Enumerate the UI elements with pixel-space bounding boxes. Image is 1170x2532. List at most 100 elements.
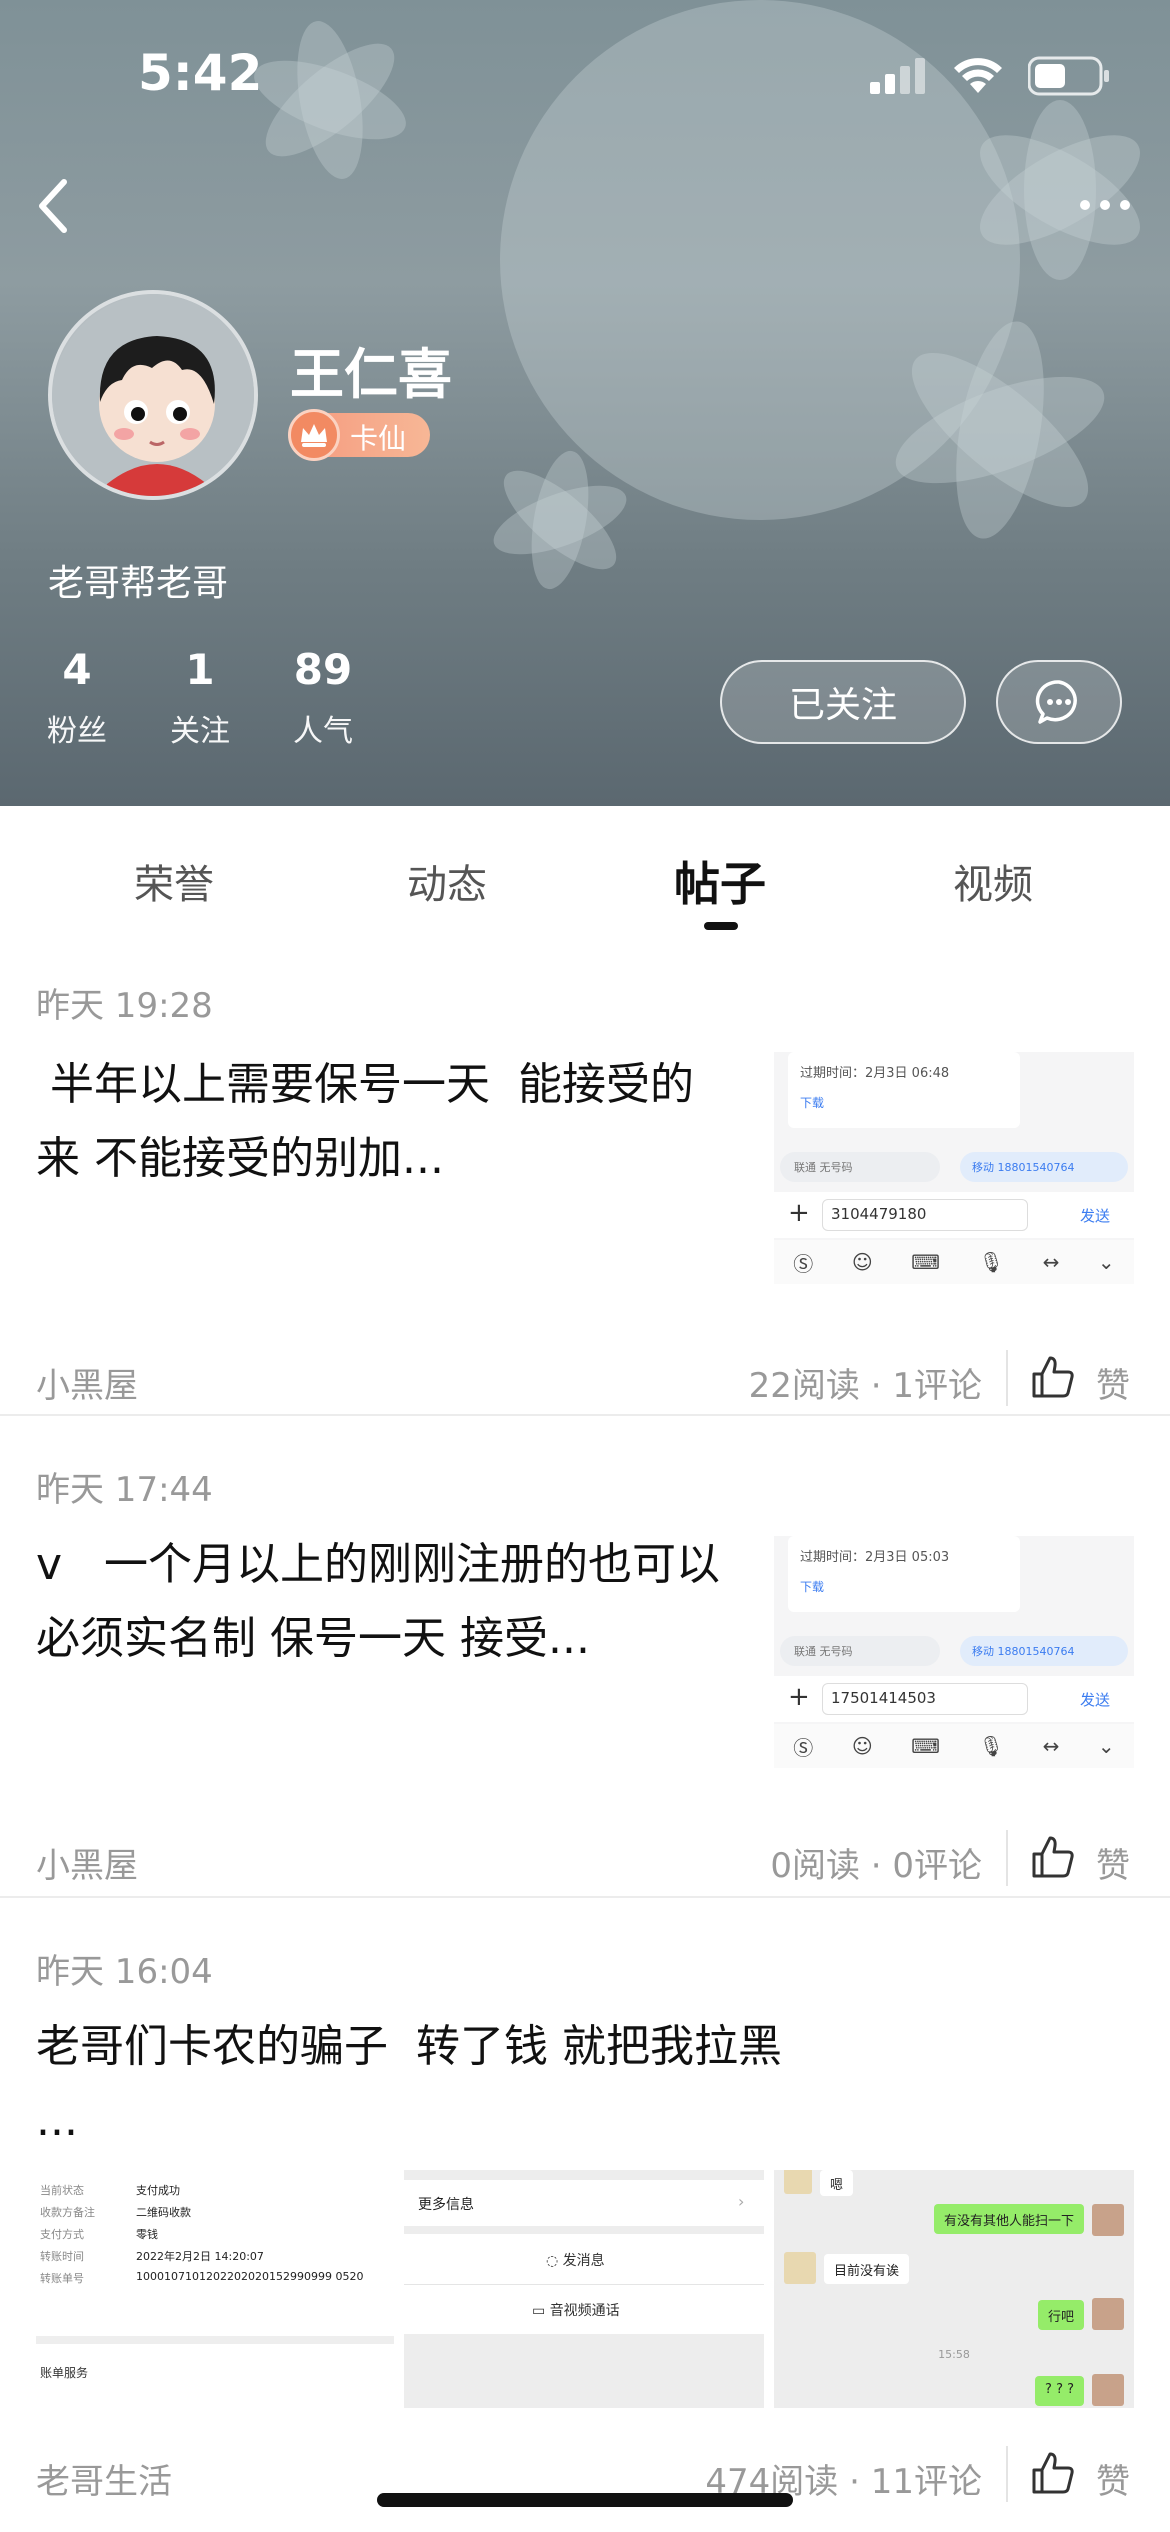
avatar (1092, 2298, 1124, 2330)
tab-videos[interactable]: 视频 (953, 852, 1033, 910)
plus-icon: + (788, 1682, 810, 1712)
chat-bubble-left: 目前没有诶 (824, 2254, 910, 2284)
payment-key: 收款方备注 (40, 2206, 95, 2219)
payment-key: 当前状态 (40, 2184, 84, 2197)
tab-posts[interactable]: 帖子 (674, 848, 766, 914)
input-row: + 3104479180 发送 (774, 1192, 1134, 1238)
level-badge: 卡仙 (288, 409, 430, 461)
crown-icon (288, 409, 340, 461)
carrier-pill-left: 联通 无号码 (780, 1152, 940, 1182)
stat-value: 1 (185, 645, 215, 694)
keyboard-toolbar: Ⓢ ☺ ⌨ 🎙 ↔ ⌄ (774, 1240, 1134, 1284)
mic-icon: 🎙 (978, 1734, 1005, 1758)
chat-bubble-icon (1035, 680, 1077, 724)
post-time: 昨天 19:28 (36, 986, 213, 1026)
payment-value: 1000107101202202020152990999 0520 (136, 2270, 364, 2283)
carrier-label: 联通 无号码 (794, 1161, 853, 1174)
carrier-label: 移动 18801540764 (972, 1161, 1075, 1174)
sogou-icon: Ⓢ (793, 1735, 814, 1760)
chat-bubble-right: 有没有其他人能扫一下 (933, 2204, 1084, 2234)
chevron-right-icon: › (738, 2192, 745, 2211)
send-message-label: 发消息 (562, 2253, 605, 2269)
payment-value: 支付成功 (136, 2184, 180, 2197)
post-source[interactable]: 老哥生活 (36, 2454, 172, 2503)
profile-screen: { "status_bar": {"time": "5:42"}, "profi… (0, 0, 1170, 2532)
plus-icon: + (788, 1198, 810, 1228)
keyboard-toolbar: Ⓢ ☺ ⌨ 🎙 ↔ ⌄ (774, 1724, 1134, 1768)
post-stats: 0阅读 · 0评论 (770, 1846, 982, 1886)
like-label[interactable]: 赞 (1096, 2454, 1130, 2503)
thumbs-up-icon[interactable] (1030, 1354, 1076, 1400)
more-dot-icon (1120, 200, 1130, 210)
stat-label: 人气 (293, 714, 353, 749)
like-label[interactable]: 赞 (1096, 1358, 1130, 1407)
expire-text: 过期时间：2月3日 06:48 (800, 1066, 950, 1081)
stat-label: 粉丝 (47, 714, 107, 749)
post-text: v 一个月以上的刚刚注册的也可以必须实名制 保号一天 接受... (36, 1539, 720, 1664)
post-item[interactable]: 昨天 17:44 v 一个月以上的刚刚注册的也可以必须实名制 保号一天 接受..… (0, 1416, 1170, 1896)
section-gap (36, 2336, 394, 2344)
post-image-contact[interactable]: 更多信息 › ◌ 发消息 ▭ 音视频通话 (404, 2170, 764, 2408)
chat-bubble-icon: ◌ (546, 2253, 563, 2269)
profile-name: 王仁喜 (290, 343, 452, 406)
followed-button[interactable]: 已关注 (720, 660, 966, 744)
post-text: 老哥们卡农的骗子 转了钱 就把我拉黑 ... (36, 2021, 782, 2146)
more-info-row: 更多信息 › (404, 2180, 764, 2226)
download-link: 下载 (800, 1096, 825, 1110)
post-source[interactable]: 小黑屋 (36, 1838, 138, 1887)
send-message-action: ◌ 发消息 (546, 2250, 605, 2270)
battery-icon (1028, 56, 1109, 96)
keyboard-icon: ⌨ (911, 1734, 941, 1758)
emoji-icon: ☺ (851, 1250, 873, 1274)
carrier-pill-left: 联通 无号码 (780, 1636, 940, 1666)
payment-key: 转账时间 (40, 2250, 84, 2263)
active-tab-indicator (704, 922, 738, 930)
message-button[interactable] (996, 660, 1122, 744)
chat-timestamp: 15:58 (938, 2348, 970, 2361)
tab-activity[interactable]: 动态 (407, 852, 487, 910)
wifi-icon (954, 58, 1002, 93)
more-options-button[interactable] (1070, 190, 1140, 220)
av-call-action: ▭ 音视频通话 (532, 2300, 620, 2320)
avatar (1092, 2204, 1124, 2236)
download-link: 下载 (800, 1580, 825, 1594)
post-thumbnail[interactable]: 过期时间：2月3日 06:48 下载 联通 无号码 移动 18801540764… (774, 1052, 1134, 1284)
payment-details: 当前状态 支付成功 收款方备注 二维码收款 支付方式 零钱 转账时间 2022年… (36, 2170, 394, 2330)
more-info-label: 更多信息 (418, 2197, 474, 2213)
status-icons (870, 56, 1110, 96)
home-indicator[interactable] (377, 2493, 793, 2507)
sogou-icon: Ⓢ (793, 1251, 814, 1276)
emoji-icon: ☺ (851, 1734, 873, 1758)
post-item[interactable]: 昨天 19:28 半年以上需要保号一天 能接受的来 不能接受的别加... 过期时… (0, 960, 1170, 1414)
tab-honor[interactable]: 荣誉 (134, 852, 214, 910)
carrier-pill-right: 移动 18801540764 (960, 1152, 1128, 1182)
like-label[interactable]: 赞 (1096, 1838, 1130, 1887)
more-dot-icon (1080, 200, 1090, 210)
chat-bubble-right: ? ? ? (1035, 2376, 1084, 2406)
expire-card: 过期时间：2月3日 05:03 下载 (788, 1536, 1020, 1612)
post-source[interactable]: 小黑屋 (36, 1358, 138, 1407)
stat-label: 关注 (170, 714, 230, 749)
post-image-payment[interactable]: 当前状态 支付成功 收款方备注 二维码收款 支付方式 零钱 转账时间 2022年… (36, 2170, 394, 2408)
post-thumbnail[interactable]: 过期时间：2月3日 05:03 下载 联通 无号码 移动 18801540764… (774, 1536, 1134, 1768)
chevron-down-icon: ⌄ (1097, 1734, 1115, 1758)
avatar[interactable] (48, 290, 258, 500)
back-button[interactable] (30, 170, 100, 240)
divider (1006, 1350, 1008, 1406)
cursor-icon: ↔ (1042, 1734, 1060, 1758)
divider (1006, 2446, 1008, 2502)
stat-following[interactable]: 1 关注 (145, 645, 255, 750)
post-stats: 22阅读 · 1评论 (748, 1366, 982, 1406)
payment-value: 零钱 (136, 2228, 158, 2241)
cellular-signal-icon (870, 58, 925, 94)
thumbs-up-icon[interactable] (1030, 1834, 1076, 1880)
more-dot-icon (1100, 200, 1110, 210)
post-image-chat[interactable]: 嗯 有没有其他人能扫一下 目前没有诶 行吧 15:58 ? ? ? (774, 2170, 1134, 2408)
payment-key: 支付方式 (40, 2228, 84, 2241)
number-input: 17501414503 (822, 1683, 1028, 1715)
thumbs-up-icon[interactable] (1030, 2450, 1076, 2496)
keyboard-icon: ⌨ (911, 1250, 941, 1274)
stat-fans[interactable]: 4 粉丝 (22, 645, 132, 750)
send-label: 发送 (1080, 1207, 1111, 1225)
payment-value: 二维码收款 (136, 2206, 191, 2219)
